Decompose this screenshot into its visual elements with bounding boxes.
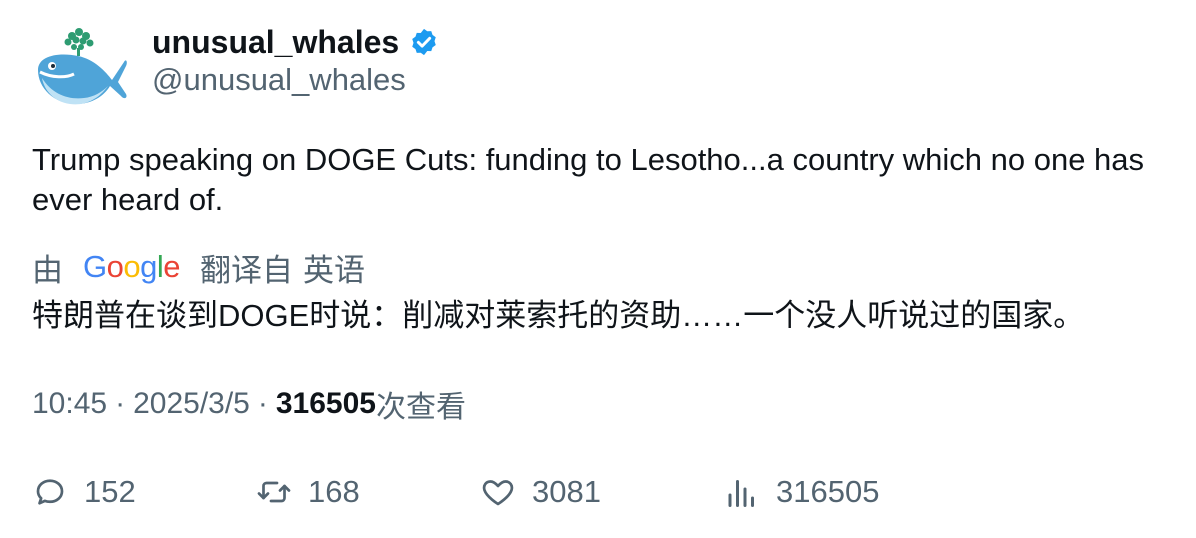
retweet-icon xyxy=(257,481,291,503)
retweet-button[interactable]: 168 xyxy=(256,470,360,514)
author-display-name[interactable]: unusual_whales xyxy=(152,24,399,61)
verified-badge-icon[interactable] xyxy=(409,27,439,57)
meta-separator: · xyxy=(257,387,268,420)
translated-text: 特朗普在谈到DOGE时说：削减对莱索托的资助……一个没人听说过的国家。 xyxy=(32,298,1085,333)
tweet-text: Trump speaking on DOGE Cuts: funding to … xyxy=(32,142,1145,217)
whale-logo-icon xyxy=(38,28,127,105)
reply-icon xyxy=(36,479,64,505)
views-button[interactable]: 316505 xyxy=(724,470,879,514)
like-count: 3081 xyxy=(532,474,601,509)
tweet-time[interactable]: 10:45 xyxy=(32,387,107,421)
views-action-count: 316505 xyxy=(776,474,880,509)
reply-count: 152 xyxy=(84,474,136,509)
translation-attribution[interactable]: 由 Google 翻译自 英语 xyxy=(32,247,366,288)
retweet-count: 168 xyxy=(308,474,360,509)
google-logo: Google xyxy=(83,249,181,284)
views-count: 316505 xyxy=(275,387,376,420)
views-label: 次查看 xyxy=(375,391,466,424)
reply-button[interactable]: 152 xyxy=(32,470,136,514)
like-button[interactable]: 3081 xyxy=(480,470,601,514)
translated-from-label: 翻译自 xyxy=(200,252,294,288)
author-name-row[interactable]: unusual_whales xyxy=(152,22,439,62)
meta-separator: · xyxy=(115,387,126,420)
author-handle[interactable]: @unusual_whales xyxy=(152,62,406,98)
translated-by-label: 由 xyxy=(32,252,63,288)
tweet-date[interactable]: 2025/3/5 xyxy=(133,387,250,421)
source-language: 英语 xyxy=(303,252,366,288)
heart-icon xyxy=(482,480,514,506)
analytics-bar-chart-icon xyxy=(728,480,754,507)
tweet-meta: 10:45 · 2025/3/5 · 316505 次查看 xyxy=(32,384,466,424)
avatar[interactable] xyxy=(28,22,128,112)
